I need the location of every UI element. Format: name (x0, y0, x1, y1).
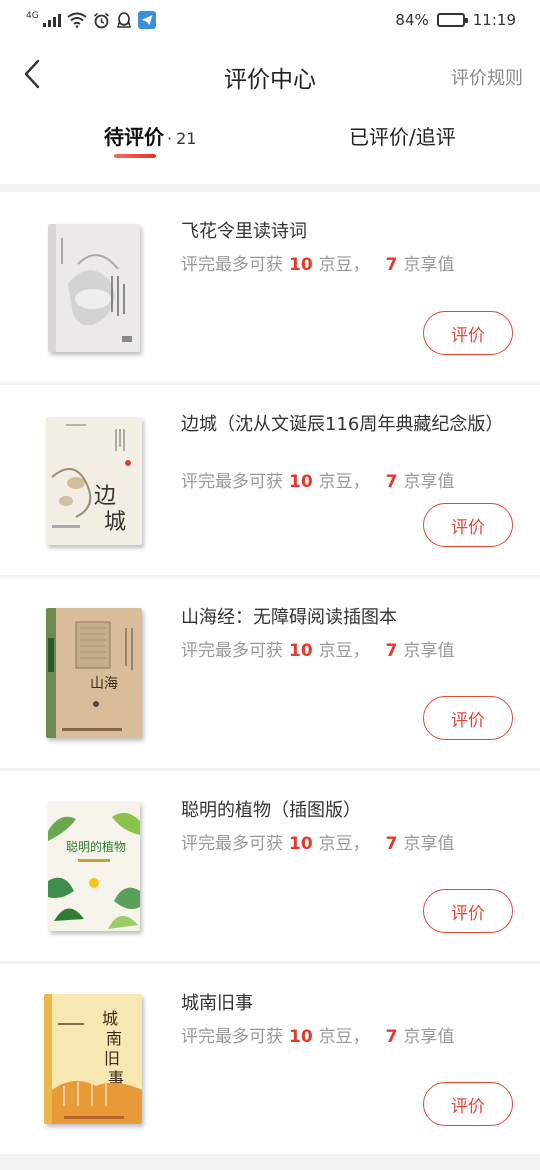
status-bar: 4G 84% 11:19 (0, 0, 540, 40)
status-right: 84% 11:19 (395, 11, 516, 29)
svg-text:边: 边 (94, 484, 116, 509)
book-cover[interactable]: 边 城 (44, 415, 144, 547)
telegram-icon (137, 11, 156, 29)
tab-bar: 待评价 · 21 已评价/追评 (0, 112, 540, 184)
product-title[interactable]: 城南旧事 (181, 991, 501, 1017)
clock: 11:19 (472, 11, 516, 29)
book-cover[interactable] (44, 222, 144, 354)
list-item: 边 城 边城（沈从文诞辰116周年典藏纪念版） 评完最多可获 10 京豆， 7 京享值 … (0, 385, 540, 575)
svg-text:城: 城 (104, 510, 126, 535)
tab-pending-label: 待评价 (104, 125, 164, 149)
review-rules-link[interactable]: 评价规则 (451, 64, 523, 90)
review-button[interactable]: 评价 (423, 696, 513, 740)
xiangzhi-unit: 京享值 (403, 641, 455, 661)
xiangzhi-value: 7 (385, 834, 398, 854)
svg-text:南: 南 (106, 1029, 122, 1048)
book-cover[interactable]: 山海 (44, 608, 144, 740)
list-item: 城 南 旧 事 城南旧事 评完最多可获 10 京豆， 7 京享值 评价 (0, 964, 540, 1154)
product-title[interactable]: 边城（沈从文诞辰116周年典藏纪念版） (181, 412, 503, 438)
tab-pending-dot: · (167, 129, 173, 148)
list-item: 山海 山海经：无障碍阅读插图本 评完最多可获 10 京豆， 7 京享值 评价 (0, 578, 540, 768)
battery-icon (436, 13, 468, 27)
status-icons: 4G (26, 11, 156, 29)
reward-text: 评完最多可获 10 京豆， 7 京享值 (181, 467, 455, 492)
reward-text: 评完最多可获 10 京豆， 7 京享值 (181, 1022, 455, 1047)
reward-prefix: 评完最多可获 (181, 1027, 283, 1047)
jingdou-value: 10 (289, 834, 313, 854)
tab-pending-count: 21 (176, 129, 197, 148)
alarm-icon (93, 12, 109, 28)
book-cover[interactable]: 聪明的植物 (44, 801, 144, 933)
battery-percent: 84% (395, 11, 429, 29)
svg-text:聪明的植物: 聪明的植物 (66, 839, 126, 854)
tab-pending[interactable]: 待评价 · 21 (0, 112, 270, 184)
xiangzhi-unit: 京享值 (403, 834, 455, 854)
jingdou-value: 10 (289, 255, 313, 275)
jingdou-value: 10 (289, 472, 313, 492)
jingdou-unit: 京豆， (318, 472, 370, 492)
xiangzhi-value: 7 (385, 472, 398, 492)
list-item: 聪明的植物 聪明的植物（插图版） 评完最多可获 10 京豆， 7 京享值 评价 (0, 771, 540, 961)
review-button[interactable]: 评价 (423, 889, 513, 933)
book-cover[interactable]: 城 南 旧 事 (44, 994, 144, 1126)
jingdou-unit: 京豆， (318, 641, 370, 661)
xiangzhi-unit: 京享值 (403, 472, 455, 492)
pending-review-list: 飞花令里读诗词 评完最多可获 10 京豆， 7 京享值 评价 边 城 边城（沈从… (0, 192, 540, 1157)
jingdou-value: 10 (289, 1027, 313, 1047)
xiangzhi-value: 7 (385, 1027, 398, 1047)
xiangzhi-unit: 京享值 (403, 1027, 455, 1047)
network-type: 4G (26, 10, 39, 21)
reward-prefix: 评完最多可获 (181, 472, 283, 492)
reward-prefix: 评完最多可获 (181, 641, 283, 661)
qq-icon (116, 11, 131, 28)
svg-text:山海: 山海 (90, 676, 118, 692)
list-item: 飞花令里读诗词 评完最多可获 10 京豆， 7 京享值 评价 (0, 192, 540, 382)
wifi-icon (67, 12, 87, 28)
product-title[interactable]: 聪明的植物（插图版） (181, 798, 501, 824)
reward-text: 评完最多可获 10 京豆， 7 京享值 (181, 636, 455, 661)
svg-text:旧: 旧 (104, 1049, 120, 1068)
jingdou-value: 10 (289, 641, 313, 661)
reward-prefix: 评完最多可获 (181, 834, 283, 854)
signal-icon (42, 13, 61, 27)
review-button[interactable]: 评价 (423, 503, 513, 547)
reward-text: 评完最多可获 10 京豆， 7 京享值 (181, 829, 455, 854)
xiangzhi-value: 7 (385, 641, 398, 661)
tab-reviewed-label: 已评价/追评 (349, 125, 456, 149)
jingdou-unit: 京豆， (318, 255, 370, 275)
review-button[interactable]: 评价 (423, 1082, 513, 1126)
xiangzhi-unit: 京享值 (403, 255, 455, 275)
jingdou-unit: 京豆， (318, 1027, 370, 1047)
jingdou-unit: 京豆， (318, 834, 370, 854)
xiangzhi-value: 7 (385, 255, 398, 275)
product-title[interactable]: 飞花令里读诗词 (181, 219, 501, 245)
reward-text: 评完最多可获 10 京豆， 7 京享值 (181, 250, 455, 275)
svg-text:城: 城 (102, 1009, 118, 1028)
product-title[interactable]: 山海经：无障碍阅读插图本 (181, 605, 501, 631)
review-button[interactable]: 评价 (423, 311, 513, 355)
tab-reviewed[interactable]: 已评价/追评 (270, 112, 540, 184)
header: 评价中心 评价规则 (0, 40, 540, 112)
active-tab-indicator (114, 154, 156, 158)
reward-prefix: 评完最多可获 (181, 255, 283, 275)
